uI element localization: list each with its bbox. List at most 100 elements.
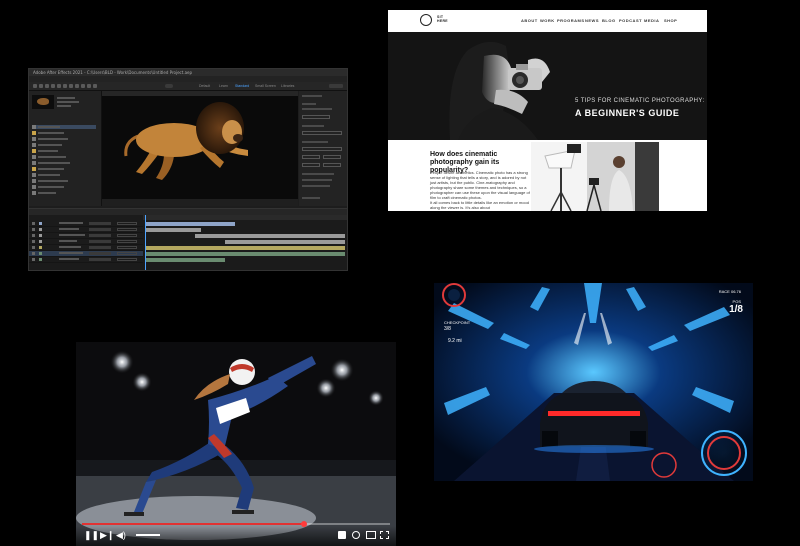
type-tool-icon[interactable] (87, 84, 91, 88)
project-item[interactable] (32, 155, 96, 159)
project-item[interactable] (32, 161, 96, 165)
field[interactable] (302, 155, 320, 159)
site-logo[interactable] (420, 14, 432, 26)
subtitles-icon[interactable] (338, 531, 346, 539)
eye-icon[interactable] (32, 258, 35, 261)
layer-bar[interactable] (145, 258, 225, 262)
volume-icon[interactable]: ◀) (116, 530, 126, 540)
preview-controls[interactable] (302, 115, 330, 119)
nav-news[interactable]: NEWS (585, 18, 599, 23)
brush-tool-icon[interactable] (93, 84, 97, 88)
nav-blog[interactable]: BLOG (602, 18, 616, 23)
mode-dropdown[interactable] (117, 228, 137, 231)
project-item[interactable] (32, 131, 96, 135)
selection-tool-icon[interactable] (39, 84, 43, 88)
label-color[interactable] (39, 234, 42, 237)
label-color[interactable] (39, 240, 42, 243)
eye-icon[interactable] (32, 252, 35, 255)
seek-handle[interactable] (300, 521, 307, 527)
workspace-libraries[interactable]: Libraries (281, 84, 294, 88)
volume-slider[interactable] (136, 534, 160, 536)
field[interactable] (323, 155, 341, 159)
time-ruler[interactable] (143, 215, 347, 220)
project-item[interactable] (32, 179, 96, 183)
seek-bar[interactable] (82, 521, 390, 527)
switches[interactable] (89, 234, 111, 237)
layer-bar[interactable] (225, 240, 345, 244)
project-item[interactable] (32, 185, 96, 189)
switches[interactable] (89, 228, 111, 231)
settings-icon[interactable] (352, 531, 360, 539)
project-item[interactable] (32, 191, 96, 195)
eye-icon[interactable] (32, 246, 35, 249)
switches[interactable] (89, 246, 111, 249)
project-item[interactable] (32, 125, 96, 129)
mode-dropdown[interactable] (117, 240, 137, 243)
nav-podcast[interactable]: PODCAST (619, 18, 642, 23)
rotate-tool-icon[interactable] (57, 84, 61, 88)
camera-tool-icon[interactable] (63, 84, 67, 88)
search-help-field[interactable] (329, 84, 343, 88)
workspace-small-screen[interactable]: Small Screen (255, 84, 276, 88)
workspace-default[interactable]: Default (199, 84, 210, 88)
layer-bar[interactable] (195, 234, 345, 238)
switches[interactable] (89, 252, 111, 255)
layer-bar[interactable] (145, 222, 235, 226)
nav-shop[interactable]: SHOP (664, 18, 677, 23)
layer-bar[interactable] (145, 246, 345, 250)
play-icon[interactable]: ❚❚ (84, 530, 99, 540)
eye-icon[interactable] (32, 240, 35, 243)
composition-viewer[interactable] (102, 91, 298, 206)
eye-icon[interactable] (32, 222, 35, 225)
current-time-indicator[interactable] (145, 215, 146, 270)
mode-dropdown[interactable] (117, 258, 137, 261)
miniplayer-icon[interactable] (366, 531, 376, 539)
layer-bar[interactable] (145, 228, 201, 232)
nav-programs[interactable]: PROGRAMS (557, 18, 585, 23)
label-color[interactable] (39, 252, 42, 255)
switches[interactable] (89, 258, 111, 261)
project-item[interactable] (32, 173, 96, 177)
eye-icon[interactable] (32, 234, 35, 237)
layer-bar[interactable] (145, 252, 345, 256)
zoom-tool-icon[interactable] (51, 84, 55, 88)
snapping-toggle[interactable] (165, 84, 173, 88)
checkbox-line[interactable] (302, 179, 332, 181)
dropdown[interactable] (302, 147, 342, 151)
workspace-standard[interactable]: Standard (235, 84, 249, 88)
fullscreen-icon[interactable] (380, 531, 389, 539)
project-item[interactable] (32, 149, 96, 153)
dropdown[interactable] (302, 131, 342, 135)
pan-behind-tool-icon[interactable] (69, 84, 73, 88)
label-color[interactable] (39, 228, 42, 231)
switches[interactable] (89, 240, 111, 243)
racing-game[interactable]: RACE 06.76 POS 1/8 CHECKPOINT 3/8 9.2 mi (434, 283, 753, 481)
project-item[interactable] (32, 137, 96, 141)
logo-text[interactable]: SIT HERE (437, 15, 448, 23)
field[interactable] (323, 163, 341, 167)
field[interactable] (302, 163, 320, 167)
nav-work[interactable]: WORK (540, 18, 555, 23)
hand-tool-icon[interactable] (45, 84, 49, 88)
shape-tool-icon[interactable] (75, 84, 79, 88)
home-tool-icon[interactable] (33, 84, 37, 88)
eye-icon[interactable] (32, 228, 35, 231)
checkbox-line[interactable] (302, 185, 330, 187)
nav-about[interactable]: ABOUT (521, 18, 538, 23)
pen-tool-icon[interactable] (81, 84, 85, 88)
next-icon[interactable]: ▶❙ (100, 530, 114, 540)
project-item[interactable] (32, 143, 96, 147)
video-player[interactable]: ❚❚ ▶❙ ◀) (76, 342, 396, 546)
mode-dropdown[interactable] (117, 252, 137, 255)
label-color[interactable] (39, 246, 42, 249)
label-color[interactable] (39, 258, 42, 261)
label-color[interactable] (39, 222, 42, 225)
mode-dropdown[interactable] (117, 246, 137, 249)
mode-dropdown[interactable] (117, 222, 137, 225)
timeline-layer[interactable] (29, 257, 143, 263)
workspace-learn[interactable]: Learn (219, 84, 228, 88)
project-item[interactable] (32, 167, 96, 171)
nav-media[interactable]: MEDIA (644, 18, 659, 23)
checkbox-line[interactable] (302, 173, 334, 175)
viewer-controls[interactable] (102, 199, 298, 206)
